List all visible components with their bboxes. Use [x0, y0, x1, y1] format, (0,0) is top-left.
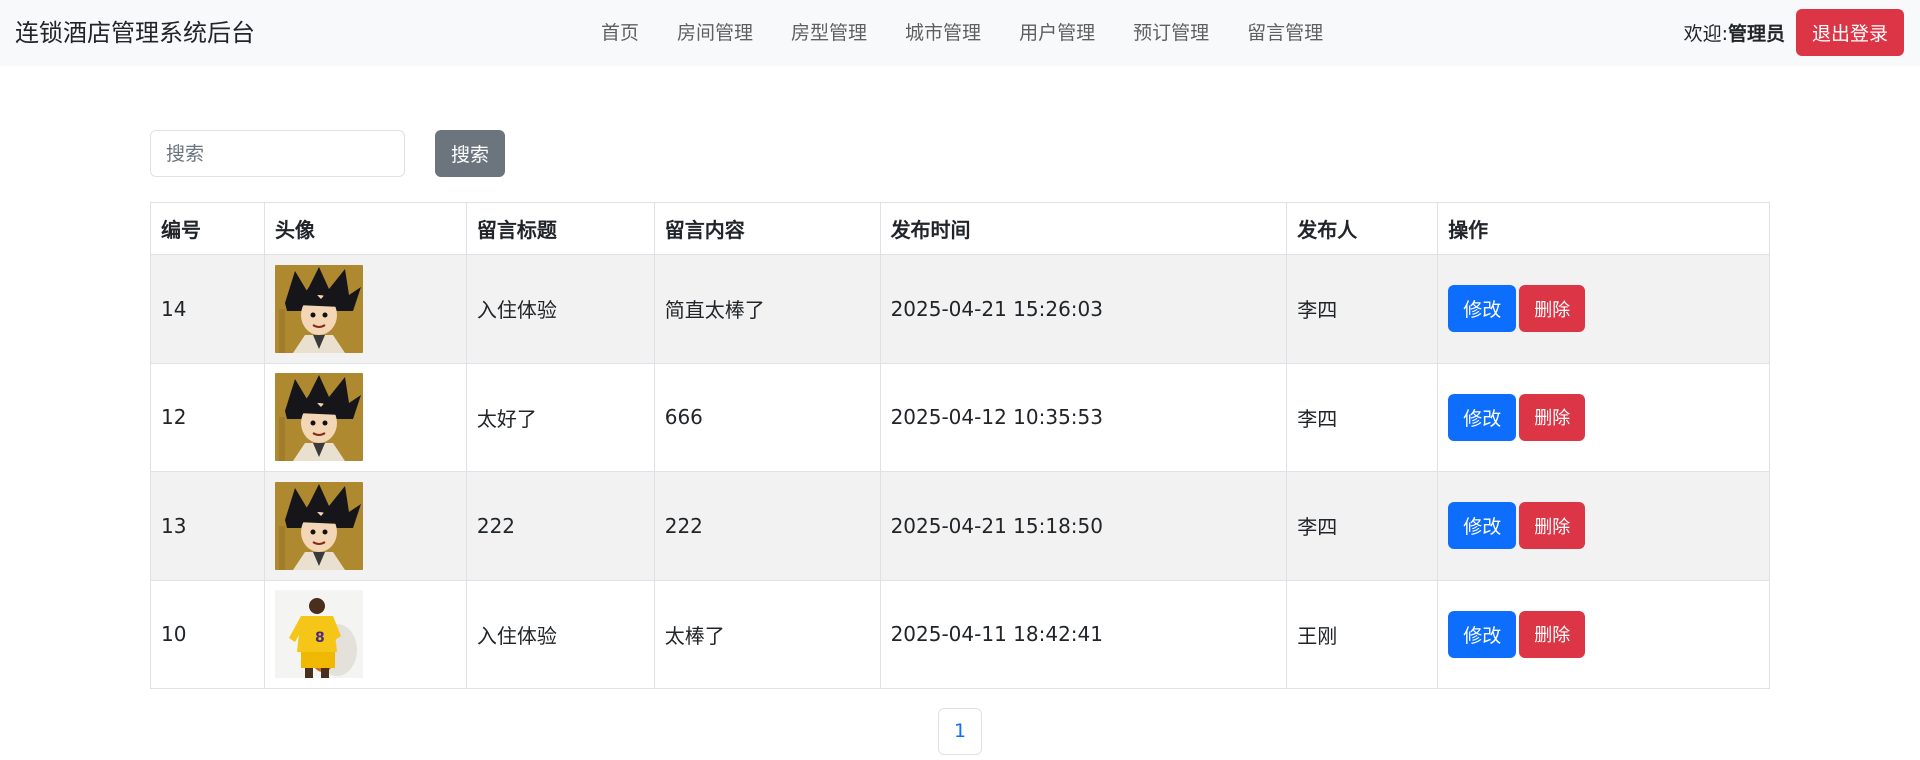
- pagination: 1: [938, 708, 982, 755]
- cell-author: 王刚: [1286, 579, 1439, 689]
- delete-button[interactable]: 删除: [1519, 502, 1586, 550]
- edit-button[interactable]: 修改: [1448, 285, 1517, 333]
- cell-time: 2025-04-21 15:18:50: [879, 471, 1288, 581]
- column-header-content: 留言内容: [653, 202, 881, 255]
- table-row: 10 8 入住体验 太棒了 2025-04-11 18:42:41 王刚 修改 …: [150, 579, 1770, 689]
- edit-button[interactable]: 修改: [1448, 502, 1517, 550]
- cell-title: 入住体验: [465, 579, 655, 689]
- cell-avatar: [263, 362, 467, 472]
- cell-id: 13: [150, 471, 265, 581]
- nav-item-users[interactable]: 用户管理: [1000, 0, 1114, 66]
- column-header-title: 留言标题: [465, 202, 655, 255]
- column-header-author: 发布人: [1286, 202, 1439, 255]
- cell-id: 12: [150, 362, 265, 472]
- cell-avatar: 8: [263, 579, 467, 689]
- nav-item-rooms[interactable]: 房间管理: [658, 0, 772, 66]
- column-header-time: 发布时间: [879, 202, 1288, 255]
- search-button[interactable]: 搜索: [435, 130, 506, 177]
- cell-time: 2025-04-12 10:35:53: [879, 362, 1288, 472]
- cell-author: 李四: [1286, 362, 1439, 472]
- delete-button[interactable]: 删除: [1519, 285, 1586, 333]
- delete-button[interactable]: 删除: [1519, 393, 1586, 441]
- goku-avatar-image: [274, 264, 363, 353]
- nav-item-home[interactable]: 首页: [586, 0, 658, 66]
- cell-avatar: [263, 254, 467, 364]
- goku-avatar-image: [274, 373, 363, 462]
- cell-avatar: [263, 471, 467, 581]
- column-header-avatar: 头像: [263, 202, 467, 255]
- edit-button[interactable]: 修改: [1448, 610, 1517, 658]
- svg-text:8: 8: [315, 630, 325, 646]
- cell-time: 2025-04-21 15:26:03: [879, 254, 1288, 364]
- cell-content: 太棒了: [653, 579, 881, 689]
- brand-title[interactable]: 连锁酒店管理系统后台: [15, 0, 255, 66]
- table-row: 12 太好了 666 2025-04-12 10:35:53 李四 修改 删除: [150, 362, 1770, 472]
- cell-content: 666: [653, 362, 881, 472]
- messages-table: 编号 头像 留言标题 留言内容 发布时间 发布人 操作 14 入住体验 简直太棒…: [150, 202, 1770, 689]
- main-nav: 首页 房间管理 房型管理 城市管理 用户管理 预订管理 留言管理: [586, 0, 1342, 66]
- nav-item-room-types[interactable]: 房型管理: [772, 0, 886, 66]
- cell-actions: 修改 删除: [1437, 362, 1770, 472]
- cell-id: 14: [150, 254, 265, 364]
- table-row: 13 222 222 2025-04-21 15:18:50 李四 修改 删除: [150, 471, 1770, 581]
- cell-time: 2025-04-11 18:42:41: [879, 579, 1288, 689]
- welcome-text: 欢迎:管理员: [1684, 19, 1785, 46]
- cell-author: 李四: [1286, 254, 1439, 364]
- cell-title: 太好了: [465, 362, 655, 472]
- user-area: 欢迎:管理员 退出登录: [1684, 9, 1904, 56]
- logout-button[interactable]: 退出登录: [1795, 9, 1904, 56]
- search-input[interactable]: [150, 130, 405, 177]
- cell-title: 222: [465, 471, 655, 581]
- cell-content: 简直太棒了: [653, 254, 881, 364]
- basketball-player-avatar-image: 8: [274, 590, 363, 679]
- nav-item-cities[interactable]: 城市管理: [886, 0, 1000, 66]
- cell-title: 入住体验: [465, 254, 655, 364]
- nav-item-bookings[interactable]: 预订管理: [1114, 0, 1228, 66]
- cell-content: 222: [653, 471, 881, 581]
- cell-id: 10: [150, 579, 265, 689]
- user-name: 管理员: [1727, 23, 1785, 45]
- page-1-link[interactable]: 1: [938, 708, 982, 755]
- nav-item-messages[interactable]: 留言管理: [1228, 0, 1342, 66]
- cell-actions: 修改 删除: [1437, 579, 1770, 689]
- column-header-id: 编号: [150, 202, 265, 255]
- delete-button[interactable]: 删除: [1519, 610, 1586, 658]
- top-navbar: 连锁酒店管理系统后台 首页 房间管理 房型管理 城市管理 用户管理 预订管理 留…: [0, 0, 1920, 66]
- goku-avatar-image: [274, 481, 363, 570]
- welcome-prefix: 欢迎:: [1683, 23, 1728, 45]
- search-bar: 搜索: [150, 130, 506, 177]
- cell-author: 李四: [1286, 471, 1439, 581]
- cell-actions: 修改 删除: [1437, 254, 1770, 364]
- edit-button[interactable]: 修改: [1448, 393, 1517, 441]
- table-header-row: 编号 头像 留言标题 留言内容 发布时间 发布人 操作: [150, 202, 1770, 255]
- column-header-actions: 操作: [1437, 202, 1770, 255]
- cell-actions: 修改 删除: [1437, 471, 1770, 581]
- table-row: 14 入住体验 简直太棒了 2025-04-21 15:26:03 李四 修改删…: [150, 254, 1770, 364]
